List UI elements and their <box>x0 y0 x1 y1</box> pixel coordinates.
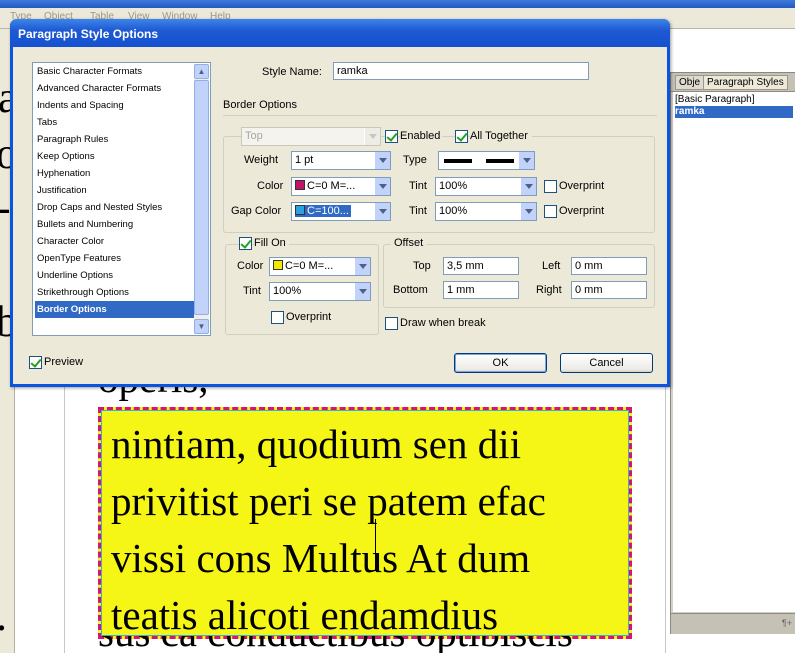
styles-list: [Basic Paragraph] ramka <box>673 92 795 612</box>
paragraph-line: nintiam, quodium sen dii <box>111 421 521 467</box>
dashed-stroke-icon <box>442 155 526 166</box>
border-overprint-checkbox[interactable] <box>544 180 557 193</box>
scroll-thumb[interactable] <box>194 80 209 315</box>
offset-bottom-label: Bottom <box>393 284 428 296</box>
border-side-select[interactable]: Top <box>241 127 381 146</box>
style-item-basic[interactable]: [Basic Paragraph] <box>675 94 793 106</box>
chevron-down-icon <box>354 258 370 275</box>
paragraph-line: privitist peri se patem efac <box>111 478 546 524</box>
category-item[interactable]: Underline Options <box>35 267 195 284</box>
color-swatch <box>295 180 305 190</box>
chevron-down-icon <box>364 128 380 145</box>
all-together-checkbox[interactable] <box>455 130 468 143</box>
dialog-title: Paragraph Style Options <box>18 27 159 41</box>
category-item[interactable]: Paragraph Rules <box>35 131 195 148</box>
chevron-down-icon <box>354 283 370 300</box>
offset-right-label: Right <box>536 284 562 296</box>
category-item[interactable]: Tabs <box>35 114 195 131</box>
border-tint-label: Tint <box>409 180 427 192</box>
fill-color-select[interactable]: C=0 M=... <box>269 257 371 276</box>
gap-overprint-label: Overprint <box>559 205 605 217</box>
enabled-label: Enabled <box>400 130 443 142</box>
gap-tint-select[interactable]: 100% <box>435 202 537 221</box>
category-item[interactable]: Keep Options <box>35 148 195 165</box>
text-below-frame: sus ca conductibus optibiscis <box>98 636 664 653</box>
stroke-type-select[interactable] <box>438 151 535 170</box>
category-item[interactable]: Indents and Spacing <box>35 97 195 114</box>
weight-select[interactable]: 1 pt <box>291 151 391 170</box>
fill-on-label: Fill On <box>254 237 289 249</box>
category-item[interactable]: OpenType Features <box>35 250 195 267</box>
paragraph-line: vissi cons Multus At dum <box>111 535 531 581</box>
offset-top-label: Top <box>413 260 431 272</box>
chevron-down-icon <box>374 203 390 220</box>
enabled-checkbox[interactable] <box>385 130 398 143</box>
category-item[interactable]: Hyphenation <box>35 165 195 182</box>
scroll-up-icon[interactable]: ▲ <box>194 64 209 79</box>
chevron-down-icon <box>374 152 390 169</box>
gap-color-select[interactable]: C=100... <box>291 202 391 221</box>
type-label: Type <box>403 154 427 166</box>
chevron-down-icon <box>520 178 536 195</box>
offset-left-input[interactable]: 0 mm <box>571 257 647 275</box>
style-name-label: Style Name: <box>262 66 322 78</box>
chevron-down-icon <box>520 203 536 220</box>
draw-when-break-checkbox[interactable] <box>385 317 398 330</box>
color-swatch <box>295 205 305 215</box>
offset-title: Offset <box>391 237 427 249</box>
border-color-select[interactable]: C=0 M=... <box>291 177 391 196</box>
fill-color-label: Color <box>237 260 264 272</box>
category-item[interactable]: Character Color <box>35 233 195 250</box>
fill-overprint-label: Overprint <box>286 311 332 323</box>
scroll-down-icon[interactable]: ▼ <box>194 319 209 334</box>
border-color-label: Color <box>257 180 284 192</box>
chevron-down-icon <box>518 152 534 169</box>
section-divider <box>223 115 657 116</box>
fill-overprint-checkbox[interactable] <box>271 311 284 324</box>
fill-on-checkbox[interactable] <box>239 237 252 250</box>
tab-objects[interactable]: Obje <box>675 75 705 90</box>
category-item[interactable]: Justification <box>35 182 195 199</box>
new-style-icon[interactable]: ¶+ <box>782 618 792 628</box>
fill-tint-select[interactable]: 100% <box>269 282 371 301</box>
offset-right-input[interactable]: 0 mm <box>571 281 647 299</box>
border-tint-select[interactable]: 100% <box>435 177 537 196</box>
category-scrollbar[interactable]: ▲ ▼ <box>194 64 209 334</box>
bg-glyph: . <box>0 590 7 641</box>
category-item[interactable]: Strikethrough Options <box>35 284 195 301</box>
gap-tint-label: Tint <box>409 205 427 217</box>
draw-when-break-label: Draw when break <box>400 317 486 329</box>
offset-left-label: Left <box>542 260 561 272</box>
category-item[interactable]: Drop Caps and Nested Styles <box>35 199 195 216</box>
tab-paragraph-styles[interactable]: Paragraph Styles <box>703 75 788 90</box>
category-item[interactable]: Advanced Character Formats <box>35 80 195 97</box>
app-title-bar <box>0 0 795 8</box>
fill-tint-label: Tint <box>243 285 261 297</box>
color-swatch <box>273 260 283 270</box>
gap-overprint-checkbox[interactable] <box>544 205 557 218</box>
dialog-title-bar[interactable]: Paragraph Style Options <box>10 19 670 47</box>
weight-label: Weight <box>244 154 279 166</box>
paragraph-style-options-dialog: Paragraph Style Options Basic Character … <box>10 19 670 387</box>
style-item-ramka[interactable]: ramka <box>675 106 793 118</box>
text-cursor <box>375 519 376 571</box>
section-title: Border Options <box>223 99 297 111</box>
offset-bottom-input[interactable]: 1 mm <box>443 281 519 299</box>
chevron-down-icon <box>374 178 390 195</box>
paragraph-styles-panel: Obje Paragraph Styles [Basic Paragraph] … <box>670 72 795 634</box>
offset-top-input[interactable]: 3,5 mm <box>443 257 519 275</box>
bordered-paragraph[interactable]: nintiam, quodium sen dii privitist peri … <box>98 407 632 639</box>
gap-color-label: Gap Color <box>231 205 282 217</box>
category-item-selected[interactable]: Border Options <box>35 301 195 318</box>
category-item[interactable]: Basic Character Formats <box>35 63 195 80</box>
category-list: Basic Character Formats Advanced Charact… <box>32 62 211 336</box>
category-item[interactable]: Bullets and Numbering <box>35 216 195 233</box>
border-overprint-label: Overprint <box>559 180 605 192</box>
style-name-input[interactable]: ramka <box>333 62 589 80</box>
preview-checkbox[interactable] <box>29 356 42 369</box>
all-together-label: All Together <box>470 130 532 142</box>
ok-button[interactable]: OK <box>454 353 547 373</box>
cancel-button[interactable]: Cancel <box>560 353 653 373</box>
preview-label: Preview <box>44 356 84 368</box>
